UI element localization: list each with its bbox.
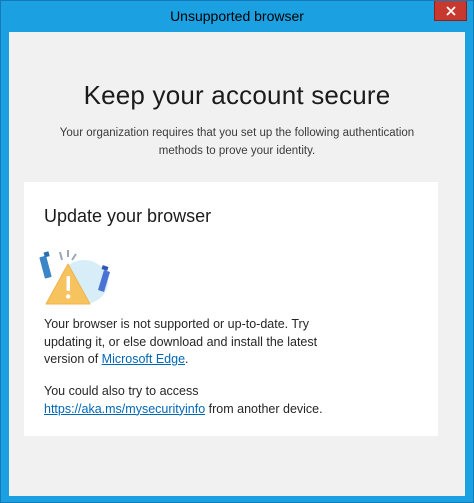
dialog-window: Unsupported browser Keep your account se… bbox=[0, 0, 474, 503]
close-icon bbox=[445, 5, 456, 16]
browser-unsupported-text: Your browser is not supported or up-to-d… bbox=[44, 316, 344, 369]
paragraph2-text: You could also try to access bbox=[44, 384, 199, 398]
microsoft-edge-link[interactable]: Microsoft Edge bbox=[102, 352, 185, 366]
page-heading: Keep your account secure bbox=[83, 80, 391, 110]
update-browser-card: Update your browser Your browser is not … bbox=[24, 182, 438, 436]
close-button[interactable] bbox=[434, 1, 467, 21]
warning-illustration-icon bbox=[39, 250, 110, 305]
content-area: Keep your account secure Your organizati… bbox=[9, 32, 465, 496]
window-title: Unsupported browser bbox=[170, 8, 304, 24]
mysecurityinfo-link[interactable]: https://aka.ms/mysecurityinfo bbox=[44, 402, 205, 416]
paragraph2-end: from another device. bbox=[205, 401, 323, 416]
paragraph1-end: . bbox=[185, 352, 189, 366]
page-subheading: Your organization requires that you set … bbox=[59, 127, 415, 157]
card-title: Update your browser bbox=[44, 206, 212, 226]
alternate-access-text: You could also try to access https://aka… bbox=[44, 383, 364, 418]
title-bar[interactable]: Unsupported browser bbox=[1, 1, 473, 32]
